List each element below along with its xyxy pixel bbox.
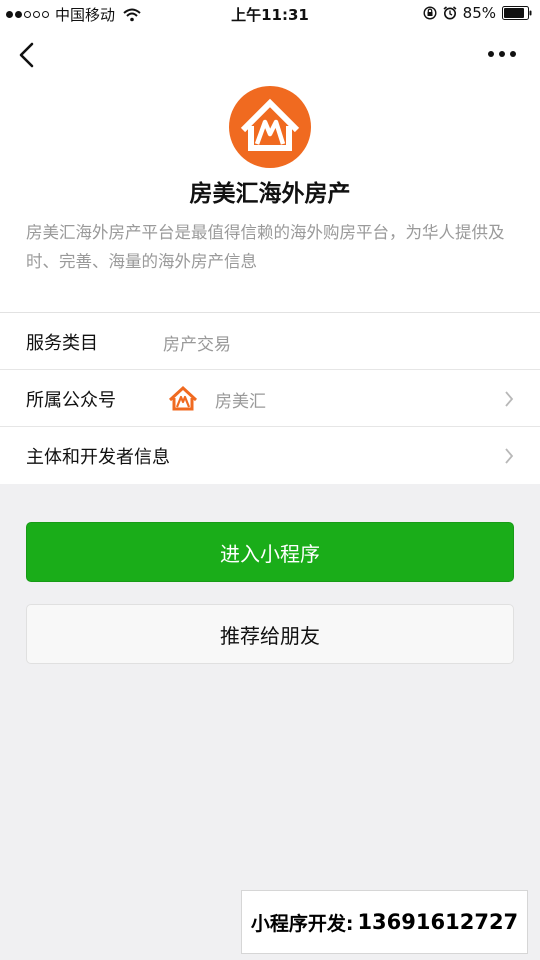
row-label: 主体和开发者信息 [26, 447, 170, 468]
house-logo-icon [229, 86, 311, 168]
battery-percent: 85% [462, 4, 496, 22]
chevron-left-icon[interactable] [16, 40, 38, 70]
row-label: 所属公众号 [26, 390, 116, 411]
chevron-right-icon [505, 391, 514, 407]
profile-panel: 中国移动 上午11:31 85% 房美汇海外房产 房美汇海外房产平台是最值得信赖… [0, 0, 540, 484]
mini-program-profile-screen: 中国移动 上午11:31 85% 房美汇海外房产 房美汇海外房产平台是最值得信赖… [0, 0, 540, 960]
row-label: 服务类目 [26, 333, 98, 354]
more-dots-icon[interactable] [486, 44, 518, 64]
enter-mini-program-button[interactable]: 进入小程序 [26, 522, 514, 582]
info-row-service-category: 服务类目 房产交易 [0, 313, 540, 370]
house-logo-icon [166, 382, 200, 416]
row-value: 房美汇 [215, 392, 266, 412]
battery-icon [502, 6, 532, 20]
alarm-icon [443, 6, 457, 20]
info-row-official-account[interactable]: 所属公众号 房美汇 [0, 370, 540, 427]
row-value: 房产交易 [163, 335, 231, 355]
info-row-developer-info[interactable]: 主体和开发者信息 [0, 427, 540, 484]
share-to-friend-button[interactable]: 推荐给朋友 [26, 604, 514, 664]
info-list: 服务类目 房产交易 所属公众号 房美汇 主体和开发者信息 [0, 312, 540, 484]
status-bar: 中国移动 上午11:31 85% [0, 0, 540, 28]
app-name: 房美汇海外房产 [189, 181, 351, 207]
contact-banner: 小程序开发: 13691612727 [241, 890, 528, 954]
chevron-right-icon [505, 448, 514, 464]
rotation-lock-icon [423, 6, 437, 20]
status-right: 85% [423, 4, 532, 22]
contact-label: 小程序开发: [250, 912, 354, 935]
app-description: 房美汇海外房产平台是最值得信赖的海外购房平台，为华人提供及时、完善、海量的海外房… [26, 223, 505, 271]
contact-phone: 13691612727 [357, 910, 519, 934]
